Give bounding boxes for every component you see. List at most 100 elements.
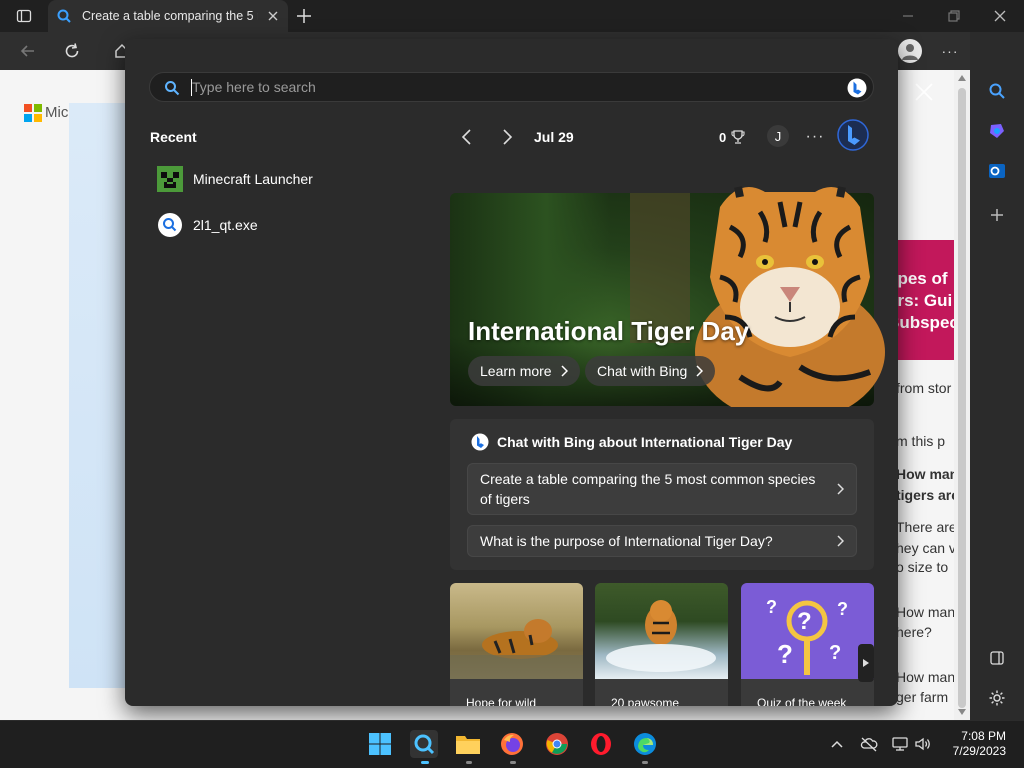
svg-text:?: ? xyxy=(829,642,841,664)
scroll-down-icon[interactable] xyxy=(957,707,967,717)
clock-date: 7/29/2023 xyxy=(952,744,1006,758)
page-banner xyxy=(69,103,129,688)
svg-text:?: ? xyxy=(797,608,812,635)
cloud-off-icon[interactable] xyxy=(860,735,878,753)
taskbar-firefox[interactable] xyxy=(498,730,526,758)
profile-avatar[interactable] xyxy=(898,39,922,63)
story-caption: Quiz of the week xyxy=(757,696,847,706)
refresh-icon[interactable] xyxy=(62,41,82,61)
chevron-up-icon[interactable] xyxy=(828,735,846,753)
firefox-icon xyxy=(501,733,523,755)
story-image xyxy=(450,583,583,679)
trophy-icon xyxy=(731,130,745,144)
learn-more-label: Learn more xyxy=(480,363,552,379)
tab-actions-icon[interactable] xyxy=(10,6,38,26)
close-icon[interactable] xyxy=(912,80,936,104)
chat-heading-text: Chat with Bing about International Tiger… xyxy=(497,434,793,450)
scroll-thumb[interactable] xyxy=(958,88,966,708)
volume-icon[interactable] xyxy=(914,735,932,753)
more-options-icon[interactable]: ··· xyxy=(805,127,825,147)
recent-item-minecraft[interactable]: Minecraft Launcher xyxy=(157,163,417,195)
bing-chat-icon[interactable] xyxy=(847,78,867,98)
sidebar-hide-icon[interactable] xyxy=(986,647,1008,669)
chat-suggestion[interactable]: Create a table comparing the 5 most comm… xyxy=(467,463,857,515)
story-image xyxy=(595,583,728,679)
taskbar-edge[interactable] xyxy=(631,730,659,758)
recent-title: Recent xyxy=(150,129,197,145)
date-label: Jul 29 xyxy=(534,129,574,145)
search-icon xyxy=(57,9,71,23)
text-caret xyxy=(191,79,192,96)
hero-title: International Tiger Day xyxy=(468,316,750,346)
clock-time: 7:08 PM xyxy=(961,729,1006,743)
carousel-next-button[interactable] xyxy=(858,644,874,682)
tab-title: Create a table comparing the 5 m xyxy=(82,9,258,23)
article-text-line: hey can v xyxy=(896,540,956,556)
minimize-icon[interactable] xyxy=(898,6,918,26)
search-icon xyxy=(157,212,183,238)
chevron-right-icon xyxy=(837,483,844,495)
article-text-line: How many xyxy=(896,604,963,620)
edge-icon xyxy=(634,733,656,755)
sidebar-add-icon[interactable] xyxy=(986,204,1008,226)
article-text-line: How many xyxy=(896,669,963,685)
sidebar-settings-icon[interactable] xyxy=(986,687,1008,709)
recent-item-label: Minecraft Launcher xyxy=(193,171,313,187)
article-text-line: ger farm xyxy=(896,689,949,705)
avatar[interactable]: J xyxy=(767,125,789,147)
story-card[interactable]: 20 pawsome xyxy=(595,583,728,706)
story-image: ????? xyxy=(741,583,874,679)
chevron-left-icon[interactable] xyxy=(459,127,475,147)
chrome-icon xyxy=(546,733,568,755)
browser-tab-active[interactable]: Create a table comparing the 5 m xyxy=(48,0,288,32)
windows-icon xyxy=(369,733,391,755)
learn-more-button[interactable]: Learn more xyxy=(468,356,580,386)
bing-logo-icon[interactable] xyxy=(837,119,869,151)
taskbar-chrome[interactable] xyxy=(543,730,571,758)
settings-more-icon[interactable]: ··· xyxy=(940,41,960,61)
taskbar-opera[interactable] xyxy=(587,730,615,758)
active-indicator xyxy=(421,761,429,764)
scroll-up-icon[interactable] xyxy=(957,73,967,83)
svg-text:?: ? xyxy=(766,597,777,617)
sidebar-outlook-icon[interactable] xyxy=(986,160,1008,182)
new-tab-icon[interactable] xyxy=(294,6,314,26)
chat-with-bing-button[interactable]: Chat with Bing xyxy=(585,356,716,386)
story-caption: Hope for wild xyxy=(466,696,537,706)
sidebar-search-icon[interactable] xyxy=(986,80,1008,102)
article-text-line: o size to xyxy=(896,559,949,575)
story-card[interactable]: ????? Quiz of the week xyxy=(741,583,874,706)
minecraft-icon xyxy=(157,166,183,192)
taskbar-search-button[interactable] xyxy=(410,730,438,758)
user-icon xyxy=(902,44,918,60)
system-clock[interactable]: 7:08 PM 7/29/2023 xyxy=(946,729,1006,759)
story-card[interactable]: Hope for wild xyxy=(450,583,583,706)
sidebar-copilot-icon[interactable] xyxy=(986,120,1008,142)
network-icon[interactable] xyxy=(891,735,909,753)
search-box[interactable] xyxy=(149,72,874,102)
folder-icon xyxy=(456,736,480,754)
start-button[interactable] xyxy=(366,730,394,758)
search-input[interactable] xyxy=(192,76,792,98)
article-text-line: m this p xyxy=(896,433,946,449)
microsoft-logo-icon xyxy=(24,104,42,122)
article-text-line: from stor xyxy=(896,380,952,396)
back-icon[interactable] xyxy=(18,41,38,61)
caret-right-icon xyxy=(863,659,869,667)
reward-points: 0 xyxy=(719,129,727,145)
chevron-right-icon xyxy=(837,535,844,547)
search-icon xyxy=(165,81,180,96)
close-window-icon[interactable] xyxy=(990,6,1010,26)
search-icon xyxy=(414,734,435,755)
chat-suggestion[interactable]: What is the purpose of International Tig… xyxy=(467,525,857,557)
recent-item-2l1-qt[interactable]: 2l1_qt.exe xyxy=(157,209,417,241)
restore-icon[interactable] xyxy=(944,6,964,26)
rewards-button[interactable]: 0 xyxy=(719,127,746,147)
close-tab-icon[interactable] xyxy=(266,9,280,23)
running-indicator xyxy=(642,761,648,764)
microsoft-brand-text: Mic xyxy=(45,104,69,121)
chat-with-bing-label: Chat with Bing xyxy=(597,363,688,379)
story-caption: 20 pawsome xyxy=(611,696,680,706)
chevron-right-icon[interactable] xyxy=(499,127,515,147)
taskbar-file-explorer[interactable] xyxy=(454,730,482,758)
